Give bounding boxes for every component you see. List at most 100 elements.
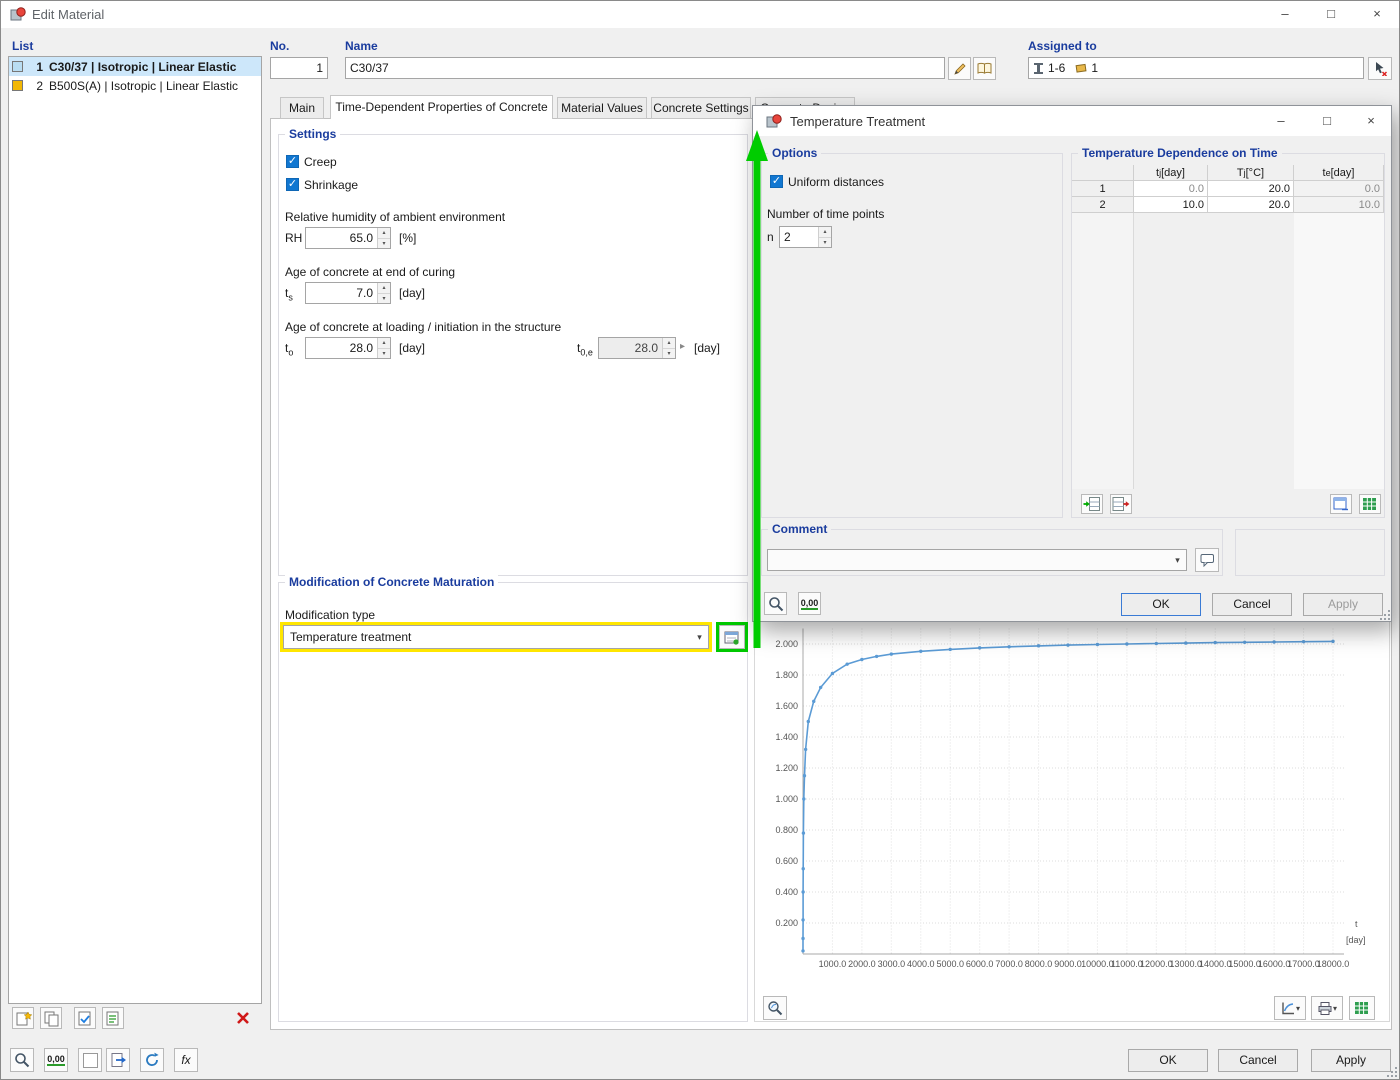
chevron-down-icon: ▾ bbox=[697, 631, 702, 642]
formula-icon: fx bbox=[181, 1053, 191, 1067]
table-row: 2 10.0 20.0 10.0 bbox=[1072, 197, 1384, 213]
rh-unit: [%] bbox=[399, 231, 417, 245]
apply-button[interactable]: Apply bbox=[1311, 1049, 1391, 1072]
delete-row-button[interactable] bbox=[1110, 494, 1132, 514]
cancel-button[interactable]: Cancel bbox=[1218, 1049, 1298, 1072]
chevron-down-icon: ▾ bbox=[1295, 1003, 1300, 1013]
cell-Tj[interactable]: 20.0 bbox=[1208, 197, 1294, 213]
comment-combobox[interactable]: ▾ bbox=[767, 549, 1187, 571]
dialog-cancel-button[interactable]: Cancel bbox=[1212, 593, 1292, 616]
svg-text:17000.0: 17000.0 bbox=[1287, 959, 1320, 969]
shrinkage-checkbox[interactable]: ✓ bbox=[286, 178, 299, 191]
dialog-apply-button[interactable]: Apply bbox=[1303, 593, 1383, 616]
row-header[interactable]: 1 bbox=[1072, 181, 1134, 197]
rh-input[interactable]: 65.0 ▴ ▾ bbox=[305, 227, 391, 249]
formula-button[interactable]: fx bbox=[174, 1048, 198, 1072]
material-no-field[interactable]: 1 bbox=[270, 57, 328, 79]
n-spinner[interactable]: ▴ ▾ bbox=[818, 227, 831, 247]
creep-checkbox[interactable]: ✓ bbox=[286, 155, 299, 168]
list-item-b500s[interactable]: 2 B500S(A) | Isotropic | Linear Elastic bbox=[9, 76, 261, 95]
tab-time-dependent[interactable]: Time-Dependent Properties of Concrete bbox=[330, 95, 553, 119]
chart-type-button[interactable]: ▾ bbox=[1274, 996, 1306, 1020]
dialog-ok-button[interactable]: OK bbox=[1121, 593, 1201, 616]
name-label: Name bbox=[345, 39, 378, 53]
svg-text:9000.0: 9000.0 bbox=[1054, 959, 1082, 969]
table-row: 1 0.0 20.0 0.0 bbox=[1072, 181, 1384, 197]
white-swatch-button[interactable] bbox=[78, 1048, 102, 1072]
search-button[interactable] bbox=[10, 1048, 34, 1072]
tab-main[interactable]: Main bbox=[280, 97, 324, 119]
export-button[interactable] bbox=[106, 1048, 130, 1072]
t0e-unit: [day] bbox=[694, 341, 721, 355]
cell-tj[interactable]: 0.0 bbox=[1134, 181, 1208, 197]
export-table-button[interactable] bbox=[1330, 494, 1352, 514]
check-material-button[interactable] bbox=[74, 1007, 96, 1029]
decimal-places-icon: 0,00 bbox=[47, 1054, 65, 1066]
maximize-button[interactable]: □ bbox=[1308, 0, 1354, 28]
dialog-minimize-button[interactable]: – bbox=[1258, 106, 1304, 136]
copy-icon bbox=[44, 1011, 58, 1026]
t0-spinner[interactable]: ▴ ▾ bbox=[377, 338, 390, 358]
list-item-number: 2 bbox=[36, 78, 43, 93]
material-name-field[interactable]: C30/37 bbox=[345, 57, 945, 79]
book-icon bbox=[977, 62, 992, 74]
transfer-material-button[interactable] bbox=[102, 1007, 124, 1029]
decimal-places-button[interactable]: 0,00 bbox=[44, 1048, 68, 1072]
pick-objects-button[interactable] bbox=[1368, 57, 1392, 80]
ts-value: 7.0 bbox=[356, 286, 373, 300]
sheet-arrow-icon bbox=[111, 1053, 126, 1067]
ts-spinner[interactable]: ▴ ▾ bbox=[377, 283, 390, 303]
comment-template-button[interactable] bbox=[1195, 548, 1219, 572]
comment-header: Comment bbox=[768, 522, 832, 537]
svg-text:0.800: 0.800 bbox=[775, 825, 798, 835]
t0-input[interactable]: 28.0 ▴ ▾ bbox=[305, 337, 391, 359]
assigned-to-field[interactable]: 1-6 1 bbox=[1028, 57, 1364, 79]
t0-caption: Age of concrete at loading / initiation … bbox=[285, 320, 562, 334]
refresh-button[interactable] bbox=[140, 1048, 164, 1072]
edit-name-button[interactable] bbox=[948, 57, 971, 80]
ok-button[interactable]: OK bbox=[1128, 1049, 1208, 1072]
shrinkage-label: Shrinkage bbox=[304, 178, 359, 192]
export-chart-excel-button[interactable] bbox=[1349, 996, 1375, 1020]
n-input[interactable]: 2 ▴ ▾ bbox=[779, 226, 832, 248]
rh-spinner[interactable]: ▴ ▾ bbox=[377, 228, 390, 248]
cell-Tj[interactable]: 20.0 bbox=[1208, 181, 1294, 197]
axes-icon bbox=[1282, 1002, 1294, 1014]
app-icon bbox=[766, 114, 782, 128]
chevron-down-icon: ▾ bbox=[1332, 1003, 1337, 1013]
modification-type-select[interactable]: Temperature treatment ▾ bbox=[280, 622, 712, 652]
tab-concrete-settings[interactable]: Concrete Settings bbox=[651, 97, 751, 119]
insert-row-button[interactable] bbox=[1081, 494, 1103, 514]
ts-input[interactable]: 7.0 ▴ ▾ bbox=[305, 282, 391, 304]
dialog-maximize-button[interactable]: □ bbox=[1304, 106, 1350, 136]
chart-zoom-button[interactable] bbox=[763, 996, 787, 1020]
svg-text:1.000: 1.000 bbox=[775, 794, 798, 804]
settings-header: Settings bbox=[285, 127, 341, 142]
new-sheet-icon bbox=[16, 1010, 32, 1025]
column-header-te: te [day] bbox=[1294, 165, 1384, 181]
copy-material-button[interactable] bbox=[40, 1007, 62, 1029]
empty-group bbox=[1235, 529, 1385, 576]
cell-tj[interactable]: 10.0 bbox=[1134, 197, 1208, 213]
export-excel-button[interactable] bbox=[1359, 494, 1381, 514]
list-item-number: 1 bbox=[36, 59, 43, 74]
row-header[interactable]: 2 bbox=[1072, 197, 1134, 213]
svg-text:8000.0: 8000.0 bbox=[1025, 959, 1053, 969]
new-material-button[interactable] bbox=[12, 1007, 34, 1029]
minimize-button[interactable]: – bbox=[1262, 0, 1308, 28]
material-library-button[interactable] bbox=[973, 57, 996, 80]
delete-material-button[interactable] bbox=[232, 1007, 254, 1029]
dialog-close-button[interactable]: × bbox=[1350, 106, 1392, 136]
list-item-c30-37[interactable]: 1 C30/37 | Isotropic | Linear Elastic bbox=[9, 57, 261, 76]
resize-grip[interactable] bbox=[1379, 609, 1391, 621]
ts-unit: [day] bbox=[399, 286, 426, 300]
close-button[interactable]: × bbox=[1354, 0, 1400, 28]
ts-label: ts bbox=[285, 286, 293, 303]
print-chart-button[interactable]: ▾ bbox=[1311, 996, 1343, 1020]
t0e-expand-icon[interactable]: ▸ bbox=[680, 340, 685, 354]
ts-caption: Age of concrete at end of curing bbox=[285, 265, 456, 279]
tab-material-values[interactable]: Material Values bbox=[557, 97, 647, 119]
resize-grip[interactable] bbox=[1386, 1066, 1398, 1078]
dialog-decimal-places-button[interactable]: 0,00 bbox=[798, 592, 821, 615]
t0e-spinner: ▴ ▾ bbox=[662, 338, 675, 358]
